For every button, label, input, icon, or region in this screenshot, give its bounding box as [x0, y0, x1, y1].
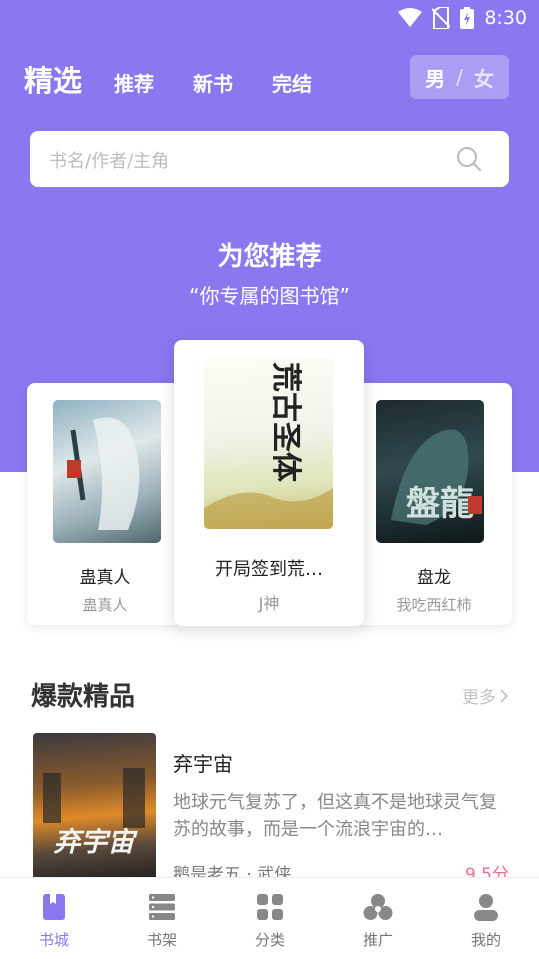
shelf-icon [149, 894, 175, 920]
tab-bookshelf[interactable]: 书架 [108, 878, 216, 959]
book-description: 地球元气复苏了，但这真不是地球灵气复苏的故事，而是一个流浪宇宙的… [173, 792, 497, 840]
tab-label: 书架 [146, 931, 177, 949]
chevron-right-icon [500, 688, 509, 703]
recommend-subtitle: “你专属的图书馆” [189, 284, 350, 308]
book-title: 弃宇宙 [173, 752, 233, 776]
cover-art: 荒古圣体 [204, 362, 333, 529]
cover-art: 弃宇宙 [43, 768, 145, 858]
tab-label: 分类 [254, 931, 285, 949]
recommend-book-card-featured[interactable]: 荒古圣体 开局签到荒… J神 [174, 340, 364, 626]
status-time: 8:30 [484, 7, 527, 29]
tab-completed[interactable]: 完结 [272, 68, 312, 100]
search-placeholder: 书名/作者/主角 [49, 151, 170, 172]
book-cover: 荒古圣体 [204, 358, 333, 529]
cover-art [67, 417, 140, 530]
book-title: 开局签到荒… [215, 559, 323, 580]
book-cover: 弃宇宙 [33, 733, 156, 883]
cover-title: 弃宇宙 [54, 827, 139, 858]
tab-bookstore[interactable]: 书城 [0, 878, 108, 959]
book-author: 我吃西红柿 [396, 596, 472, 614]
tab-label: 我的 [470, 931, 501, 949]
cover-title: 荒古圣体 [268, 362, 303, 483]
no-sim-icon [432, 7, 451, 29]
gender-separator: / [456, 65, 463, 89]
section-title: 爆款精品 [31, 682, 136, 712]
top-nav: 精选 推荐 新书 完结 [24, 58, 351, 100]
book-icon [43, 894, 65, 920]
gender-toggle[interactable]: 男 / 女 [410, 55, 509, 99]
tab-featured[interactable]: 精选 [24, 58, 82, 100]
wifi-icon [398, 8, 423, 27]
cover-title: 盤龍 [406, 484, 474, 524]
gender-female[interactable]: 女 [474, 63, 494, 92]
bottom-tab-bar: 书城 书架 分类 推广 我的 [0, 877, 539, 959]
tab-category[interactable]: 分类 [216, 878, 324, 959]
search-input[interactable]: 书名/作者/主角 [30, 131, 509, 187]
fan-icon [363, 894, 393, 920]
gender-male[interactable]: 男 [425, 63, 445, 92]
tab-promote[interactable]: 推广 [324, 878, 432, 959]
more-label: 更多 [462, 688, 496, 708]
list-item[interactable]: 弃宇宙 弃宇宙 地球元气复苏了，但这真不是地球灵气复苏的故事，而是一个流浪宇宙的… [33, 733, 509, 885]
grid-icon [257, 894, 283, 920]
recommend-book-card[interactable]: 蛊真人 蛊真人 [27, 383, 183, 625]
status-bar: 8:30 [398, 6, 527, 30]
recommend-book-card[interactable]: 盤龍 盘龙 我吃西红柿 [356, 383, 512, 625]
tab-recommend[interactable]: 推荐 [114, 68, 154, 100]
battery-icon [460, 7, 475, 29]
search-icon[interactable] [456, 146, 482, 172]
tab-label: 推广 [362, 931, 393, 949]
tab-profile[interactable]: 我的 [432, 878, 539, 959]
book-title: 盘龙 [417, 568, 451, 588]
tab-new-books[interactable]: 新书 [193, 68, 233, 100]
book-cover [53, 400, 161, 543]
book-author: J神 [258, 594, 280, 613]
recommend-title: 为您推荐 [217, 242, 322, 272]
book-title: 蛊真人 [79, 568, 131, 588]
more-link[interactable]: 更多 [462, 683, 509, 708]
user-icon [474, 894, 498, 921]
book-cover: 盤龍 [376, 400, 484, 543]
cover-art: 盤龍 [391, 429, 482, 525]
tab-label: 书城 [38, 931, 69, 949]
book-author: 蛊真人 [82, 596, 128, 614]
